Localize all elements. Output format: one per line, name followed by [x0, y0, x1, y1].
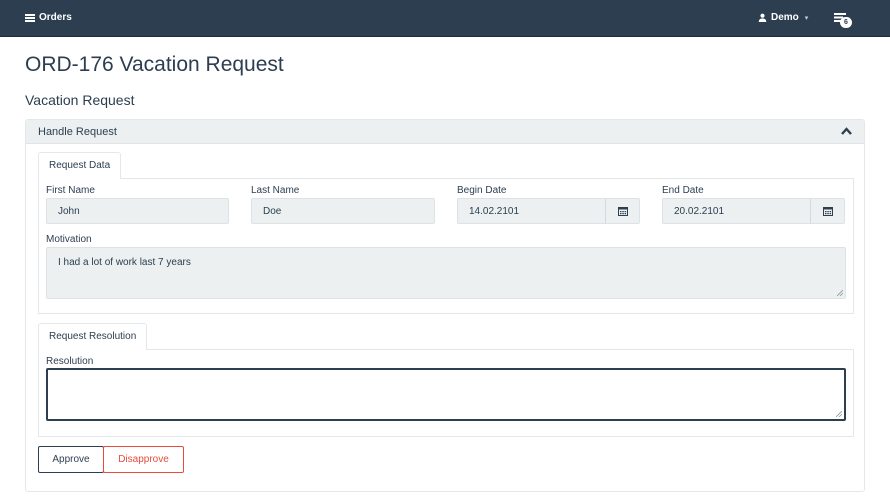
last-name-field[interactable]: Doe: [251, 198, 435, 224]
motivation-value: I had a lot of work last 7 years: [58, 257, 191, 268]
user-name: Demo: [771, 12, 799, 23]
notification-count-badge: 6: [840, 17, 852, 28]
calendar-icon: [822, 207, 833, 216]
calendar-icon: [617, 207, 628, 216]
resolution-textarea[interactable]: [46, 368, 846, 421]
end-date-label: End Date: [662, 185, 704, 196]
chevron-down-icon: ▾: [804, 14, 809, 22]
approve-button[interactable]: Approve: [38, 446, 104, 473]
tab-request-data[interactable]: Request Data: [38, 152, 122, 179]
tab-request-resolution[interactable]: Request Resolution: [38, 323, 148, 350]
begin-date-picker-button[interactable]: [605, 199, 639, 223]
begin-date-label: Begin Date: [457, 185, 507, 196]
end-date-picker-button[interactable]: [810, 199, 844, 223]
user-menu[interactable]: Demo ▾: [758, 12, 808, 23]
first-name-label: First Name: [46, 185, 95, 196]
page-title: ORD-176 Vacation Request: [25, 53, 284, 76]
last-name-label: Last Name: [251, 185, 300, 196]
resize-handle-icon[interactable]: [836, 411, 842, 417]
begin-date-field[interactable]: 14.02.2101: [457, 198, 640, 224]
top-navbar: Orders Demo ▾ 6: [0, 0, 890, 37]
disapprove-button[interactable]: Disapprove: [103, 446, 184, 473]
orders-nav-link[interactable]: Orders: [25, 12, 72, 23]
panel-header[interactable]: Handle Request: [26, 120, 864, 144]
end-date-value: 20.02.2101: [674, 206, 725, 217]
resize-handle-icon[interactable]: [837, 290, 843, 296]
notifications-button[interactable]: 6: [834, 12, 854, 28]
resolution-label: Resolution: [46, 356, 94, 367]
orders-nav-label: Orders: [39, 12, 72, 23]
motivation-textarea[interactable]: I had a lot of work last 7 years: [46, 247, 846, 299]
user-icon: [758, 13, 767, 22]
section-title: Vacation Request: [25, 92, 135, 108]
begin-date-value: 14.02.2101: [469, 206, 520, 217]
end-date-field[interactable]: 20.02.2101: [662, 198, 845, 224]
list-icon: [25, 13, 35, 22]
first-name-field[interactable]: John: [46, 198, 229, 224]
motivation-label: Motivation: [46, 234, 92, 245]
chevron-up-icon[interactable]: [841, 127, 852, 135]
panel-header-label: Handle Request: [38, 126, 117, 138]
